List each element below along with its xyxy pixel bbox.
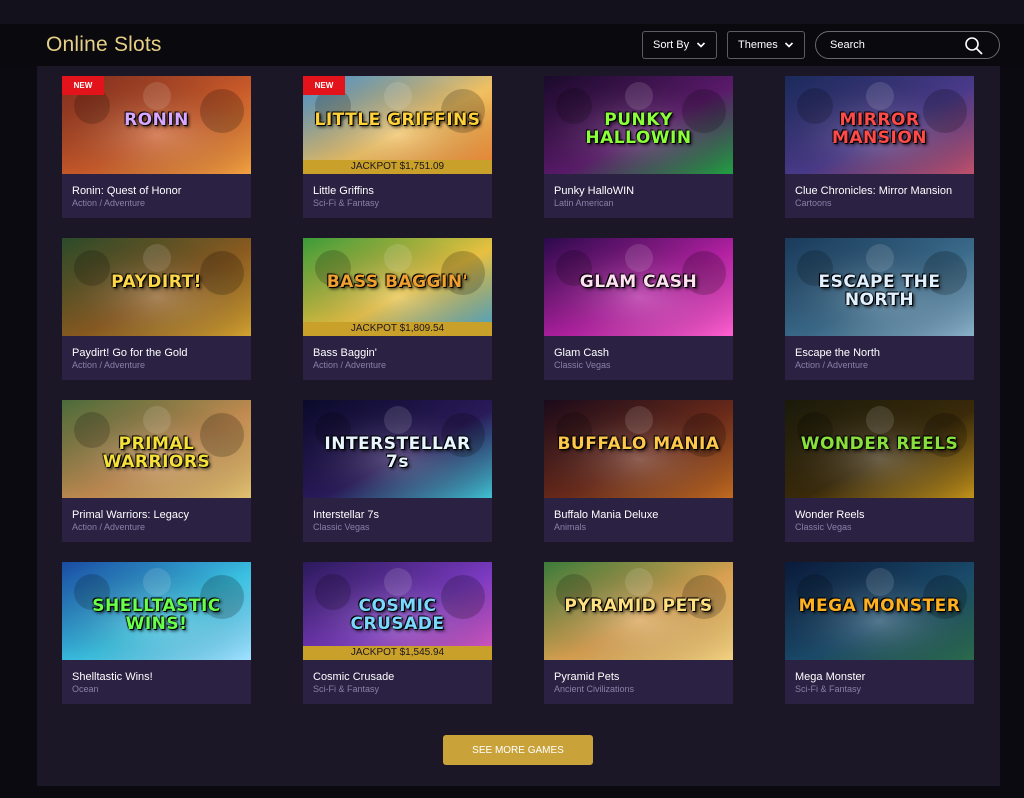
chevron-down-icon <box>784 42 794 48</box>
game-card[interactable]: WONDER REELS Wonder Reels Classic Vegas <box>785 400 974 542</box>
jackpot-banner: JACKPOT $1,751.09 <box>303 160 492 174</box>
game-logo-art: PYRAMID PETS <box>564 596 713 616</box>
game-card[interactable]: BASS BAGGIN' JACKPOT $1,809.54 Bass Baggin… <box>303 238 492 380</box>
jackpot-banner: JACKPOT $1,545.94 <box>303 646 492 660</box>
game-card[interactable]: MIRROR MANSION Clue Chronicles: Mirror Ma… <box>785 76 974 218</box>
game-card[interactable]: SHELLTASTIC WINS! Shelltastic Wins! Ocean <box>62 562 251 704</box>
game-logo-art: GLAM CASH <box>579 272 698 292</box>
game-title[interactable]: Paydirt! Go for the Gold <box>72 347 250 359</box>
game-logo-art: PUNKY HALLOWIN <box>585 110 692 148</box>
page-title: Online Slots <box>46 33 162 56</box>
game-card[interactable]: LITTLE GRIFFINS NEW JACKPOT $1,751.09 Littl… <box>303 76 492 218</box>
game-card[interactable]: PAYDIRT! Paydirt! Go for the Gold Action /… <box>62 238 251 380</box>
game-genre: Action / Adventure <box>313 360 387 370</box>
game-genre: Sci-Fi & Fantasy <box>313 684 380 694</box>
game-card[interactable]: MEGA MONSTER Mega Monster Sci-Fi & Fantasy <box>785 562 974 704</box>
game-logo-art: PRIMAL WARRIORS <box>102 434 211 472</box>
sort-by-label: Sort By <box>653 39 690 51</box>
game-genre: Classic Vegas <box>313 522 370 532</box>
game-genre: Latin American <box>554 198 614 208</box>
game-logo-art: BUFFALO MANIA <box>557 434 720 454</box>
game-title[interactable]: Ronin: Quest of Honor <box>72 185 250 197</box>
top-strip <box>0 0 1024 24</box>
chevron-down-icon <box>696 42 706 48</box>
game-card[interactable]: GLAM CASH Glam Cash Classic Vegas <box>544 238 733 380</box>
game-card[interactable]: RONIN NEW Ronin: Quest of Honor Action / Ad… <box>62 76 251 218</box>
game-genre: Action / Adventure <box>72 198 146 208</box>
game-genre: Sci-Fi & Fantasy <box>313 198 380 208</box>
game-title[interactable]: Clue Chronicles: Mirror Mansion <box>795 185 973 197</box>
game-card[interactable]: PRIMAL WARRIORS Primal Warriors: Legacy Ac… <box>62 400 251 542</box>
search-box[interactable] <box>815 31 1000 59</box>
game-genre: Sci-Fi & Fantasy <box>795 684 862 694</box>
sort-by-dropdown[interactable]: Sort By <box>642 31 717 59</box>
game-title[interactable]: Bass Baggin' <box>313 347 491 359</box>
themes-dropdown[interactable]: Themes <box>727 31 805 59</box>
new-badge: NEW <box>62 76 104 95</box>
game-card[interactable]: PUNKY HALLOWIN Punky HalloWIN Latin Americ… <box>544 76 733 218</box>
game-genre: Cartoons <box>795 198 832 208</box>
new-badge: NEW <box>303 76 345 95</box>
game-title[interactable]: Wonder Reels <box>795 509 973 521</box>
game-logo-art: SHELLTASTIC WINS! <box>92 596 221 634</box>
game-title[interactable]: Buffalo Mania Deluxe <box>554 509 732 521</box>
game-title[interactable]: Pyramid Pets <box>554 671 732 683</box>
search-input[interactable] <box>830 37 960 53</box>
game-title[interactable]: Interstellar 7s <box>313 509 491 521</box>
game-logo-art: MEGA MONSTER <box>798 596 961 616</box>
game-logo-art: ESCAPE THE NORTH <box>818 272 941 310</box>
game-genre: Action / Adventure <box>795 360 869 370</box>
game-title[interactable]: Shelltastic Wins! <box>72 671 250 683</box>
game-title[interactable]: Primal Warriors: Legacy <box>72 509 250 521</box>
game-card[interactable]: COSMIC CRUSADE JACKPOT $1,545.94 Cosmic Cr… <box>303 562 492 704</box>
game-genre: Ocean <box>72 684 99 694</box>
game-logo-art: RONIN <box>124 110 189 130</box>
header-bar: Online Slots Sort By Themes <box>0 24 1024 66</box>
game-genre: Ancient Civilizations <box>554 684 635 694</box>
game-card[interactable]: BUFFALO MANIA Buffalo Mania Deluxe Animals <box>544 400 733 542</box>
game-title[interactable]: Punky HalloWIN <box>554 185 732 197</box>
themes-label: Themes <box>738 39 778 51</box>
game-title[interactable]: Mega Monster <box>795 671 973 683</box>
game-logo-art: WONDER REELS <box>800 434 959 454</box>
game-card[interactable]: INTERSTELLAR 7s Interstellar 7s Classic Ve… <box>303 400 492 542</box>
game-card[interactable]: PYRAMID PETS Pyramid Pets Ancient Civiliza… <box>544 562 733 704</box>
game-logo-art: LITTLE GRIFFINS <box>314 110 481 130</box>
jackpot-banner: JACKPOT $1,809.54 <box>303 322 492 336</box>
game-genre: Classic Vegas <box>554 360 611 370</box>
game-title[interactable]: Escape the North <box>795 347 973 359</box>
game-logo-art: INTERSTELLAR 7s <box>324 434 471 472</box>
game-title[interactable]: Little Griffins <box>313 185 491 197</box>
game-card[interactable]: ESCAPE THE NORTH Escape the North Action /… <box>785 238 974 380</box>
games-panel: RONIN NEW Ronin: Quest of Honor Action / Ad… <box>37 66 1000 786</box>
game-logo-art: BASS BAGGIN' <box>326 272 469 292</box>
game-genre: Action / Adventure <box>72 522 146 532</box>
game-logo-art: PAYDIRT! <box>111 272 202 292</box>
game-logo-art: MIRROR MANSION <box>831 110 928 148</box>
see-more-games-button[interactable]: SEE MORE GAMES <box>443 735 593 765</box>
game-logo-art: COSMIC CRUSADE <box>350 596 445 634</box>
game-title[interactable]: Glam Cash <box>554 347 732 359</box>
game-title[interactable]: Cosmic Crusade <box>313 671 491 683</box>
game-genre: Animals <box>554 522 587 532</box>
search-icon[interactable] <box>963 35 985 57</box>
game-genre: Classic Vegas <box>795 522 852 532</box>
game-genre: Action / Adventure <box>72 360 146 370</box>
